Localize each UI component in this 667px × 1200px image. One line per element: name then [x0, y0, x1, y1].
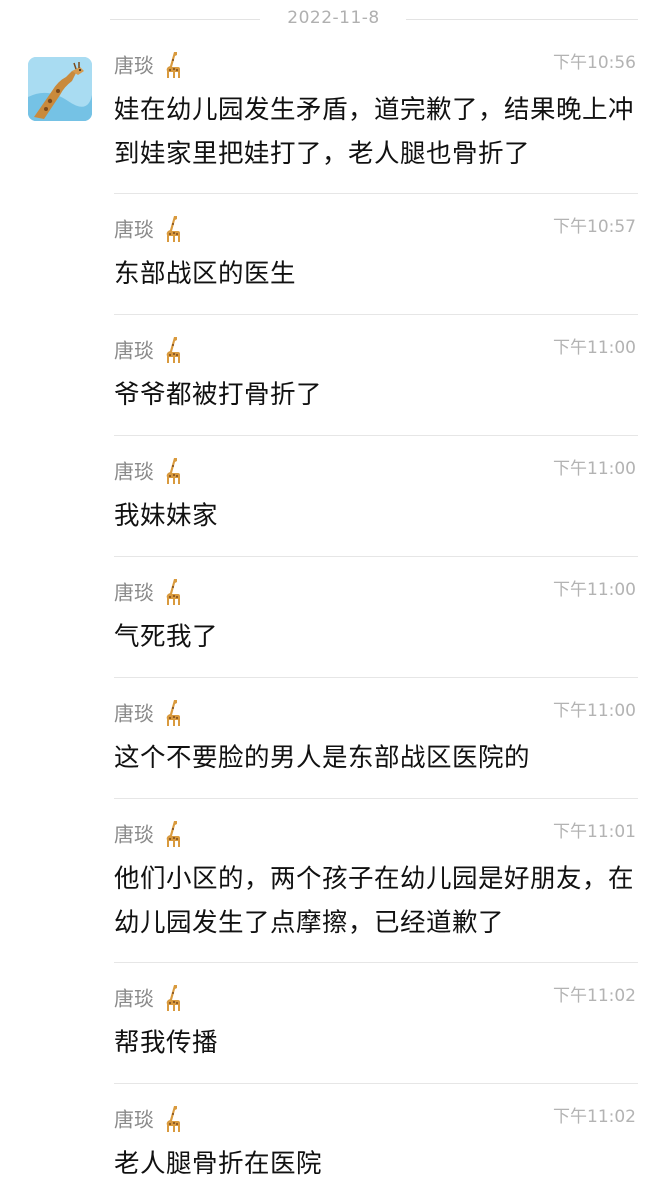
message-text: 爷爷都被打骨折了	[114, 380, 323, 410]
message-time: 下午11:00	[553, 701, 636, 721]
giraffe-icon	[166, 700, 180, 726]
message-divider	[114, 435, 638, 436]
message-time: 下午11:00	[553, 580, 636, 600]
sender-avatar[interactable]	[28, 57, 92, 121]
message-time: 下午10:57	[553, 217, 636, 237]
message-text: 他们小区的，两个孩子在幼儿园是好朋友，在幼儿园发生了点摩擦，已经道歉了	[114, 864, 635, 938]
giraffe-icon	[166, 52, 180, 78]
giraffe-avatar-image	[28, 57, 92, 121]
sender-name-text: 唐琰	[114, 701, 154, 726]
message-time: 下午11:01	[553, 822, 636, 842]
sender-name-text: 唐琰	[114, 53, 154, 78]
sender-name-text: 唐琰	[114, 1107, 154, 1132]
sender-name: 唐琰	[114, 821, 184, 851]
sender-name-text: 唐琰	[114, 580, 154, 605]
sender-name: 唐琰	[114, 985, 184, 1015]
message-divider	[114, 556, 638, 557]
sender-name: 唐琰	[114, 337, 184, 367]
message-text: 老人腿骨折在医院	[114, 1149, 323, 1179]
message-divider	[114, 193, 638, 194]
sender-name-text: 唐琰	[114, 986, 154, 1011]
message-time: 下午11:00	[553, 338, 636, 358]
date-separator-text: 2022-11-8	[287, 8, 380, 28]
message-divider	[114, 962, 638, 963]
sender-name-text: 唐琰	[114, 338, 154, 363]
sender-name: 唐琰	[114, 579, 184, 609]
sender-name: 唐琰	[114, 216, 184, 246]
message-divider	[114, 314, 638, 315]
message-text: 娃在幼儿园发生矛盾，道完歉了，结果晚上冲到娃家里把娃打了，老人腿也骨折了	[114, 95, 635, 169]
sender-name-text: 唐琰	[114, 822, 154, 847]
sender-name: 唐琰	[114, 458, 184, 488]
sender-name: 唐琰	[114, 700, 184, 730]
giraffe-icon	[166, 985, 180, 1011]
giraffe-icon	[166, 1106, 180, 1132]
date-separator: 2022-11-8	[0, 0, 667, 38]
message-text: 这个不要脸的男人是东部战区医院的	[114, 743, 531, 773]
date-separator-line-right	[406, 19, 638, 20]
giraffe-icon	[166, 458, 180, 484]
message-divider	[114, 798, 638, 799]
giraffe-icon	[166, 821, 180, 847]
sender-name-text: 唐琰	[114, 217, 154, 242]
sender-name: 唐琰	[114, 1106, 184, 1136]
message-divider	[114, 1083, 638, 1084]
message-text: 气死我了	[114, 622, 219, 652]
message-text: 帮我传播	[114, 1028, 219, 1058]
message-text: 我妹妹家	[114, 501, 219, 531]
sender-name-text: 唐琰	[114, 459, 154, 484]
message-time: 下午10:56	[553, 53, 636, 73]
message-time: 下午11:00	[553, 459, 636, 479]
message-text: 东部战区的医生	[114, 259, 297, 289]
message-time: 下午11:02	[553, 986, 636, 1006]
sender-name: 唐琰	[114, 52, 184, 82]
giraffe-icon	[166, 579, 180, 605]
message-divider	[114, 677, 638, 678]
message-time: 下午11:02	[553, 1107, 636, 1127]
giraffe-icon	[166, 216, 180, 242]
giraffe-icon	[166, 337, 180, 363]
